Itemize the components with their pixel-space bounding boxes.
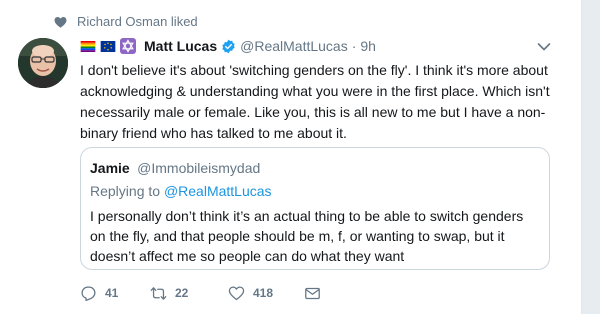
tweet-card[interactable]: Richard Osman liked Matt Lucas @RealMatt… (0, 0, 582, 314)
separator-dot: · (351, 38, 357, 54)
replying-to-line: Replying to @RealMattLucas (90, 183, 272, 199)
chevron-down-icon[interactable] (537, 42, 551, 52)
quoted-tweet[interactable]: Jamie @Immobileismydad Replying to @Real… (80, 147, 550, 270)
social-context: Richard Osman liked (54, 14, 198, 29)
quoted-tweet-text: I personally don’t think it’s an actual … (90, 208, 524, 264)
replying-to-link[interactable]: @RealMattLucas (164, 183, 272, 199)
avatar-image (18, 38, 68, 88)
like-count: 418 (253, 286, 274, 300)
retweet-button[interactable]: 22 (150, 285, 228, 302)
retweet-count: 22 (175, 286, 189, 300)
star-of-david-icon (120, 38, 136, 54)
quoted-author-name[interactable]: Jamie (90, 160, 130, 176)
eu-flag-icon (100, 40, 116, 52)
quoted-tweet-header: Jamie @Immobileismydad (90, 160, 260, 178)
quoted-author-handle[interactable]: @Immobileismydad (137, 160, 260, 176)
tweet-timestamp[interactable]: 9h (360, 38, 376, 54)
verified-badge-icon (222, 39, 235, 53)
envelope-icon (305, 287, 320, 299)
tweet-text: I don't believe it's about 'switching ge… (80, 62, 550, 141)
author-name[interactable]: Matt Lucas (144, 38, 217, 54)
replying-to-prefix: Replying to (90, 183, 161, 199)
heart-icon (54, 16, 67, 28)
like-button[interactable]: 418 (228, 285, 304, 302)
reply-count: 41 (105, 286, 119, 300)
tweet-header: Matt Lucas @RealMattLucas · 9h (80, 36, 541, 56)
social-context-label: Richard Osman liked (77, 14, 198, 29)
author-handle[interactable]: @RealMattLucas (240, 38, 348, 54)
reply-button[interactable]: 41 (80, 285, 150, 302)
retweet-icon (150, 286, 167, 300)
rainbow-flag-icon (80, 40, 96, 52)
heart-outline-icon (228, 285, 245, 300)
avatar[interactable] (18, 38, 68, 88)
reply-icon (81, 285, 96, 301)
tweet-actions: 41 22 418 (80, 283, 329, 303)
direct-message-button[interactable] (304, 285, 329, 302)
